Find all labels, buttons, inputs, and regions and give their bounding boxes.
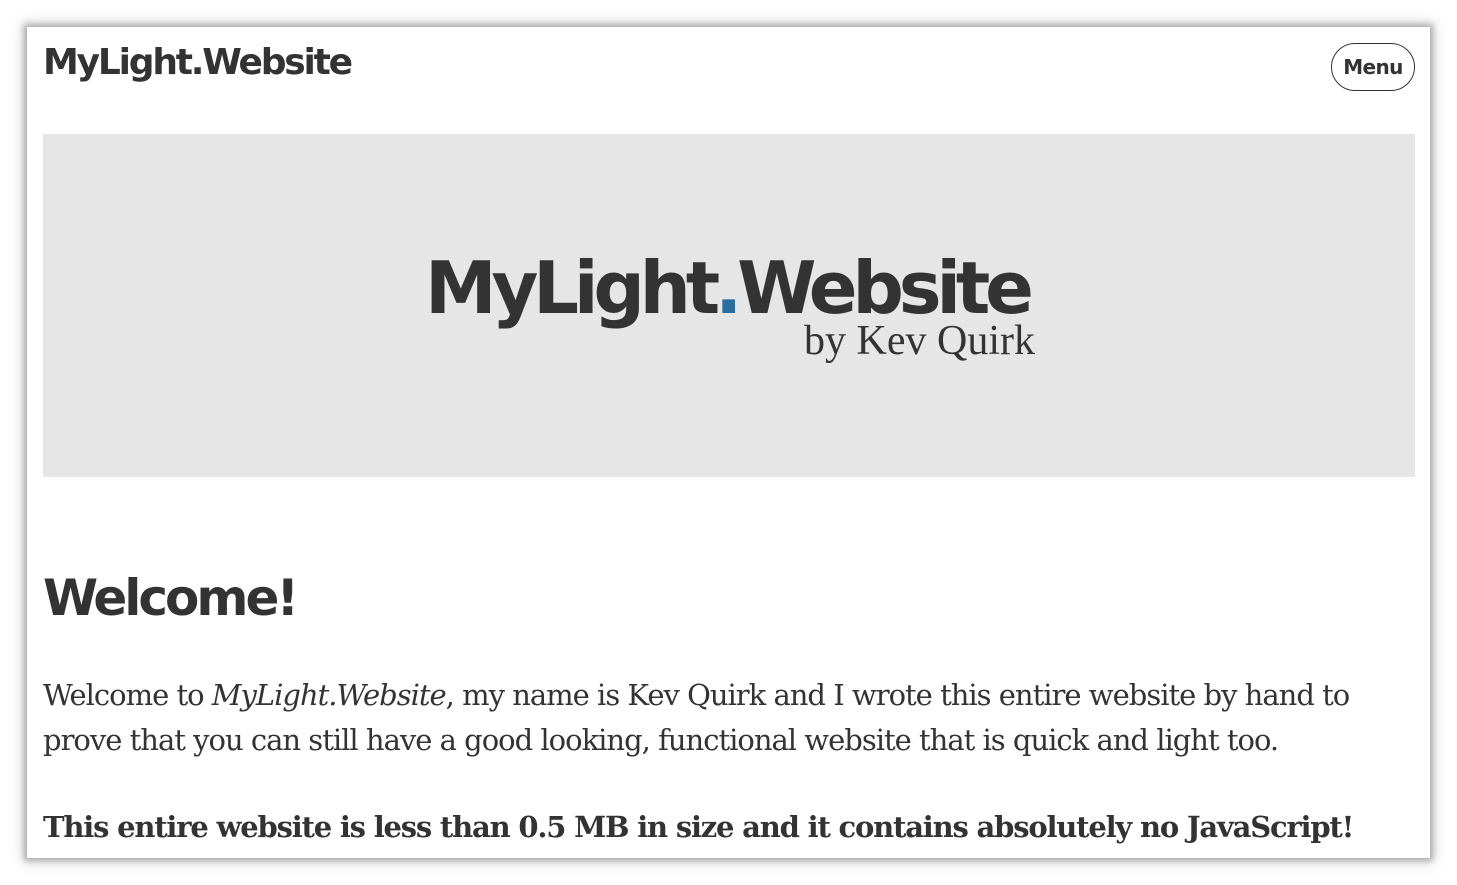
logo-byline: by Kev Quirk bbox=[804, 318, 1035, 364]
site-header: MyLight.Website Menu bbox=[43, 39, 1415, 111]
logo-accent-dot: . bbox=[714, 246, 742, 330]
size-note: This entire website is less than 0.5 MB … bbox=[43, 810, 1354, 844]
logo-wordmark-part1: MyLight bbox=[425, 246, 720, 330]
intro-text-start: Welcome to bbox=[43, 678, 212, 712]
intro-paragraph: Welcome to MyLight.Website, my name is K… bbox=[43, 673, 1415, 763]
menu-button[interactable]: Menu bbox=[1331, 43, 1415, 91]
browser-viewport: MyLight.Website Menu MyLight.Website by … bbox=[27, 27, 1430, 858]
page-heading: Welcome! bbox=[43, 569, 299, 627]
intro-site-name: MyLight.Website bbox=[211, 678, 447, 712]
hero-banner: MyLight.Website by Kev Quirk bbox=[43, 134, 1415, 477]
hero-logo: MyLight.Website by Kev Quirk bbox=[425, 240, 1035, 370]
site-title-link[interactable]: MyLight.Website bbox=[43, 39, 353, 87]
main-content: Welcome! Welcome to MyLight.Website, my … bbox=[43, 562, 1415, 844]
